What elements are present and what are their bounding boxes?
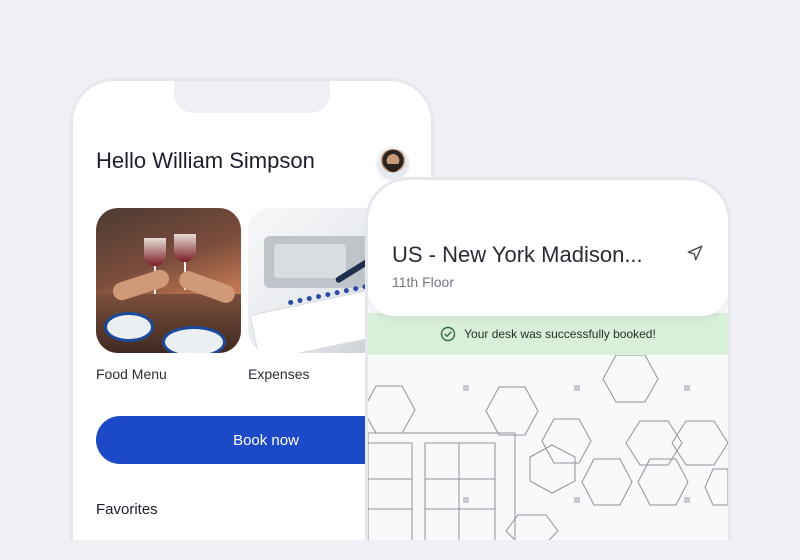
booking-phone: US - New York Madison... 11th Floor Your… bbox=[365, 177, 731, 540]
wine-glass-image bbox=[144, 238, 166, 266]
check-circle-icon bbox=[440, 326, 456, 342]
location-card[interactable]: US - New York Madison... 11th Floor bbox=[368, 180, 728, 316]
success-message: Your desk was successfully booked! bbox=[464, 327, 656, 341]
phone-notch bbox=[174, 81, 330, 113]
floor-label: 11th Floor bbox=[392, 274, 454, 290]
wine-glass-image bbox=[174, 234, 196, 262]
laptop-screen-image bbox=[274, 244, 346, 278]
navigation-arrow-icon[interactable] bbox=[686, 244, 704, 262]
avatar[interactable] bbox=[376, 147, 410, 181]
floor-plan-map[interactable] bbox=[368, 355, 728, 540]
greeting-heading: Hello William Simpson bbox=[96, 148, 315, 173]
avatar-beard bbox=[386, 164, 400, 172]
success-banner: Your desk was successfully booked! bbox=[368, 313, 728, 355]
food-menu-card[interactable] bbox=[96, 208, 241, 353]
expenses-label: Expenses bbox=[248, 366, 310, 382]
plate-image bbox=[104, 312, 154, 342]
food-menu-label: Food Menu bbox=[96, 366, 167, 382]
location-title: US - New York Madison... bbox=[392, 242, 643, 267]
plate-image bbox=[162, 326, 226, 353]
favorites-heading: Favorites bbox=[96, 501, 158, 518]
